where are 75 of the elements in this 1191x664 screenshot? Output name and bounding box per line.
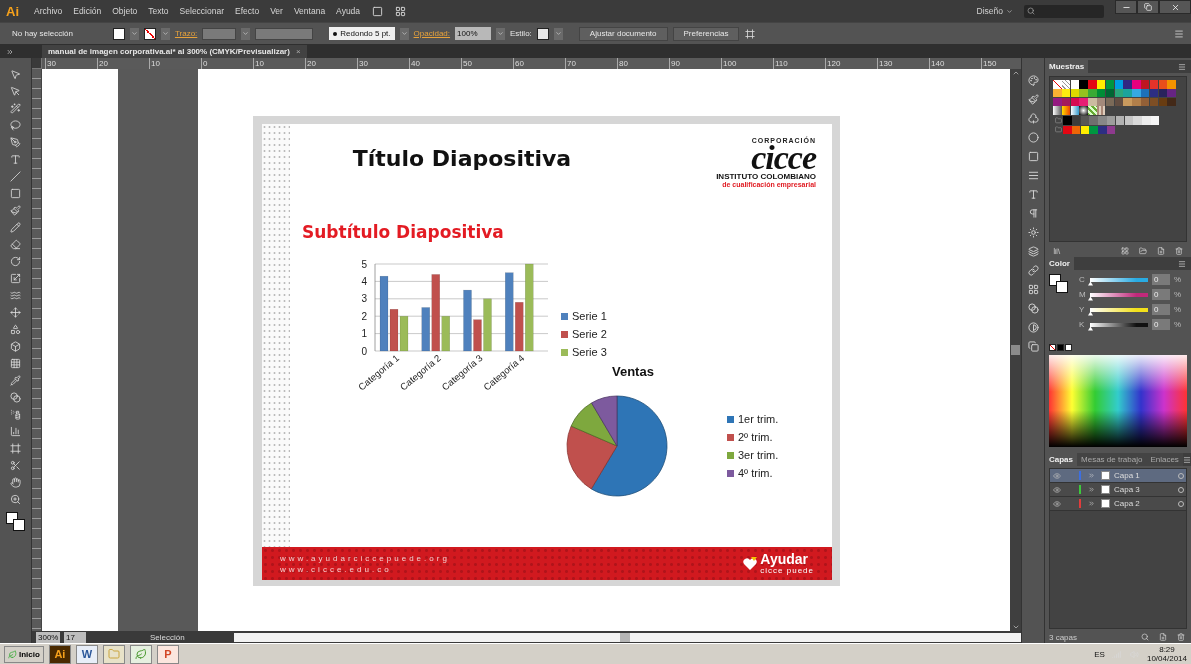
legend-label: Serie 1 (572, 310, 607, 322)
logo-text: INSTITUTO COLOMBIANO (716, 172, 816, 181)
unit-label: % (1174, 320, 1182, 329)
legend-label: 2º trim. (738, 431, 773, 443)
unit-label: % (1174, 275, 1182, 284)
toolbar-button[interactable]: Ajustar documento (578, 26, 668, 41)
channel-label: M (1079, 290, 1086, 299)
selection-status: No hay selección (12, 29, 73, 38)
axis-label: 1 (361, 328, 367, 340)
logo-wordmark: cicce (751, 144, 816, 172)
channel-label: K (1079, 320, 1086, 329)
menu-item[interactable]: Ventana (293, 6, 326, 16)
footer-url: www.ayudarciccepuede.org (280, 553, 451, 563)
unit-label: % (1174, 290, 1182, 299)
menu-item[interactable]: Ver (270, 6, 283, 16)
value-field[interactable]: 0 (1152, 289, 1170, 300)
layer-row[interactable]: Capa 3 (1050, 483, 1186, 497)
start-button[interactable]: Inicio (4, 645, 44, 663)
document-tab[interactable]: manual de imagen corporativa.ai* al 300% (CMYK/Previsualizar) × (42, 45, 307, 58)
panel-tab[interactable]: Color (1045, 257, 1074, 270)
slide-title: Título Diapositiva (351, 145, 573, 173)
brand-name: Ayudar (760, 552, 808, 566)
menu-item[interactable]: Archivo (34, 6, 63, 16)
menu-item[interactable]: Seleccionar (179, 6, 225, 16)
layer-name: Capa 2 (1114, 499, 1141, 508)
axis-label: 0 (361, 345, 367, 357)
panel-tab[interactable]: Enlaces (1146, 453, 1183, 466)
page-field[interactable]: 17 (64, 631, 86, 643)
menu-item[interactable]: Ayuda (336, 6, 361, 16)
stroke-label[interactable]: Trazo: (174, 29, 198, 38)
legend-label: 1er trim. (738, 413, 779, 425)
axis-label: 2 (361, 310, 367, 322)
axis-label: 5 (361, 258, 367, 270)
legend-label: Serie 2 (572, 328, 607, 340)
workspace-switcher[interactable]: Diseño (976, 6, 1013, 16)
menu-item[interactable]: Edición (73, 6, 102, 16)
panel-tab[interactable]: Muestras (1045, 60, 1089, 73)
value-field[interactable]: 0 (1152, 304, 1170, 315)
layer-row[interactable]: Capa 2 (1050, 497, 1186, 511)
menu-item[interactable]: Objeto (112, 6, 138, 16)
legend-label: Serie 3 (572, 346, 607, 358)
clock: 8:29 10/04/2014 (1146, 645, 1187, 663)
language-indicator[interactable]: ES (1094, 649, 1105, 659)
unit-label: % (1174, 305, 1182, 314)
toolbar-button[interactable]: Preferencias (672, 26, 740, 41)
channel-label: C (1079, 275, 1086, 284)
layer-count: 3 capas (1049, 632, 1079, 642)
word-app-button[interactable]: W (75, 644, 98, 664)
legend-label: 3er trim. (738, 449, 779, 461)
menu-item[interactable]: Texto (148, 6, 169, 16)
value-field[interactable]: 0 (1152, 319, 1170, 330)
style-label: Estilo: (510, 29, 532, 38)
value-field[interactable]: 0 (1152, 274, 1170, 285)
menu-item[interactable]: Efecto (235, 6, 260, 16)
layer-name: Capa 3 (1114, 485, 1141, 494)
brush-field[interactable]: Redondo 5 pt. (329, 27, 395, 40)
footer-url: www.cicce.edu.co (280, 564, 393, 574)
channel-label: Y (1079, 305, 1086, 314)
opacity-label[interactable]: Opacidad: (413, 29, 451, 38)
axis-label: 3 (361, 293, 367, 305)
app-logo: Ai (6, 3, 19, 19)
panel-tab[interactable]: Capas (1045, 453, 1077, 466)
slide-subtitle: Subtítulo Diapositiva (301, 222, 505, 242)
legend-label: 4º trim. (738, 467, 773, 479)
chart-title: Ventas (612, 364, 655, 379)
brand-tagline: cicce puede (760, 566, 814, 575)
opacity-field[interactable]: 100% (455, 27, 492, 40)
axis-label: 4 (361, 275, 367, 287)
zoom-field[interactable]: 300% (36, 631, 60, 643)
status-text: Selección (150, 632, 186, 642)
layer-row[interactable]: Capa 1 (1050, 469, 1186, 483)
panel-tab[interactable]: Mesas de trabajo (1077, 453, 1147, 466)
illustrator-app-button[interactable]: Ai (48, 644, 71, 664)
layer-name: Capa 1 (1114, 471, 1141, 480)
powerpoint-app-button[interactable]: P (156, 644, 179, 664)
